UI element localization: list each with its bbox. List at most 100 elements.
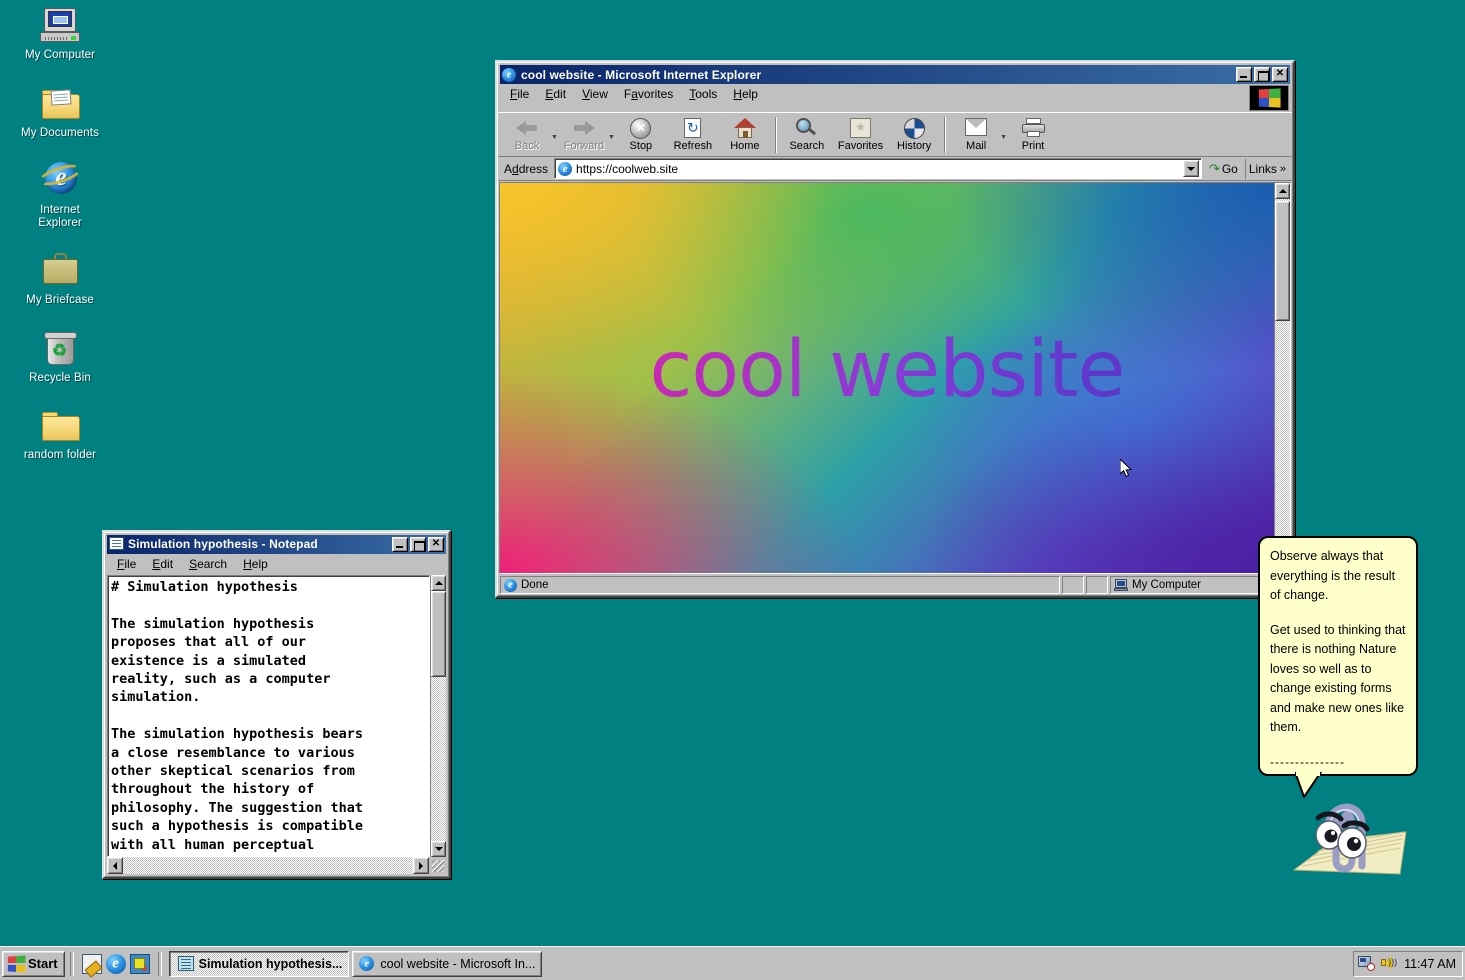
taskbar-item-label: cool website - Microsoft In... bbox=[380, 956, 536, 971]
task-scheduler-icon[interactable] bbox=[1358, 956, 1376, 971]
page-title: cool website bbox=[500, 325, 1274, 415]
scroll-up-button[interactable] bbox=[1275, 183, 1290, 199]
desktop-icon-random-folder[interactable]: random folder bbox=[14, 406, 106, 462]
refresh-button[interactable]: Refresh bbox=[667, 115, 719, 155]
address-input[interactable]: https://coolweb.site bbox=[554, 158, 1202, 179]
internet-explorer-quicklaunch-icon[interactable] bbox=[105, 953, 126, 974]
notepad-quicklaunch-icon[interactable] bbox=[81, 953, 102, 974]
forward-button[interactable]: Forward bbox=[558, 115, 610, 155]
scroll-right-button[interactable] bbox=[413, 857, 429, 874]
mail-button[interactable]: Mail bbox=[950, 115, 1002, 155]
quick-launch-bar bbox=[79, 953, 153, 974]
notepad-window[interactable]: Simulation hypothesis - Notepad ✕ File E… bbox=[102, 530, 451, 879]
menu-favorites[interactable]: Favorites bbox=[616, 85, 681, 103]
briefcase-icon bbox=[38, 251, 82, 291]
internet-explorer-icon bbox=[558, 161, 573, 176]
clippy-speech-balloon[interactable]: Observe always that everything is the re… bbox=[1258, 536, 1418, 776]
address-value[interactable]: https://coolweb.site bbox=[576, 162, 1183, 176]
desktop-icon-recycle-bin[interactable]: ♻ Recycle Bin bbox=[14, 329, 106, 385]
stop-button[interactable]: Stop bbox=[615, 115, 667, 155]
desktop-icon-internet-explorer[interactable]: Internet Explorer bbox=[14, 160, 106, 229]
links-button[interactable]: Links » bbox=[1244, 158, 1289, 179]
internet-explorer-icon bbox=[502, 67, 517, 82]
notepad-icon bbox=[109, 537, 124, 551]
forward-dropdown-arrow[interactable]: ▼ bbox=[608, 134, 615, 141]
menu-tools[interactable]: Tools bbox=[681, 85, 725, 103]
resize-grip[interactable] bbox=[429, 857, 446, 874]
windows-flag-icon bbox=[7, 954, 26, 973]
scroll-left-button[interactable] bbox=[107, 857, 123, 874]
internet-explorer-window[interactable]: cool website - Microsoft Internet Explor… bbox=[495, 60, 1295, 598]
home-icon bbox=[733, 117, 757, 140]
ie-viewport: cool website bbox=[499, 182, 1291, 574]
search-button[interactable]: Search bbox=[781, 115, 833, 155]
scrollbar-thumb[interactable] bbox=[431, 590, 446, 677]
ie-window-controls: ✕ bbox=[1236, 67, 1288, 82]
webpage-content[interactable]: cool website bbox=[500, 183, 1274, 573]
scrollbar-track[interactable] bbox=[123, 857, 413, 874]
scrollbar-track[interactable] bbox=[1275, 199, 1290, 573]
mail-dropdown-arrow[interactable]: ▼ bbox=[1000, 134, 1007, 141]
taskbar-item-internet-explorer[interactable]: cool website - Microsoft In... bbox=[352, 950, 543, 977]
favorites-button[interactable]: Favorites bbox=[833, 115, 888, 155]
menu-help[interactable]: Help bbox=[725, 85, 766, 103]
menu-file[interactable]: File bbox=[502, 85, 537, 103]
printer-icon bbox=[1021, 117, 1045, 140]
refresh-icon bbox=[681, 117, 705, 140]
scrollbar-thumb[interactable] bbox=[1275, 201, 1290, 321]
scroll-down-button[interactable] bbox=[431, 841, 446, 857]
go-button[interactable]: ↷ Go bbox=[1205, 161, 1242, 177]
taskbar-item-notepad[interactable]: Simulation hypothesis... bbox=[168, 950, 350, 977]
notepad-icon bbox=[177, 956, 194, 971]
menu-edit[interactable]: Edit bbox=[144, 555, 181, 573]
menu-search[interactable]: Search bbox=[181, 555, 235, 573]
page-vertical-scrollbar[interactable] bbox=[1274, 183, 1290, 573]
notepad-title-bar[interactable]: Simulation hypothesis - Notepad ✕ bbox=[107, 535, 446, 554]
scrollbar-track[interactable] bbox=[431, 590, 446, 841]
volume-icon[interactable]: ))) bbox=[1380, 956, 1397, 971]
close-button[interactable]: ✕ bbox=[1272, 67, 1288, 82]
security-zone-label: My Computer bbox=[1132, 579, 1202, 591]
desktop-icon-my-computer[interactable]: My Computer bbox=[14, 6, 106, 62]
chevron-down-icon bbox=[434, 847, 443, 851]
toolbar-separator bbox=[774, 116, 777, 153]
desktop-icon-my-documents[interactable]: My Documents bbox=[14, 84, 106, 140]
menu-help[interactable]: Help bbox=[235, 555, 276, 573]
menu-edit[interactable]: Edit bbox=[537, 85, 574, 103]
documents-folder-icon bbox=[38, 84, 82, 124]
close-button[interactable]: ✕ bbox=[428, 536, 444, 552]
desktop-icon-my-briefcase[interactable]: My Briefcase bbox=[14, 251, 106, 307]
address-label: Address bbox=[504, 161, 549, 176]
desktop-icon-label: Internet bbox=[40, 204, 80, 216]
maximize-button[interactable] bbox=[410, 536, 426, 552]
clippy-paragraph-2: Get used to thinking that there is nothi… bbox=[1270, 622, 1406, 735]
home-button[interactable]: Home bbox=[719, 115, 771, 155]
notepad-text-area[interactable]: # Simulation hypothesis The simulation h… bbox=[107, 574, 430, 857]
address-dropdown-button[interactable] bbox=[1182, 160, 1199, 177]
ie-menubar-row: File Edit View Favorites Tools Help bbox=[498, 84, 1292, 113]
maximize-button[interactable] bbox=[1254, 67, 1270, 82]
clock[interactable]: 11:47 AM bbox=[1402, 957, 1456, 971]
chevron-up-icon bbox=[1278, 189, 1287, 193]
back-button[interactable]: Back bbox=[501, 115, 553, 155]
show-desktop-icon[interactable] bbox=[129, 953, 150, 974]
notepad-vertical-scrollbar[interactable] bbox=[430, 574, 446, 857]
ie-title-bar[interactable]: cool website - Microsoft Internet Explor… bbox=[500, 65, 1290, 84]
menu-view[interactable]: View bbox=[574, 85, 616, 103]
minimize-button[interactable] bbox=[1236, 67, 1252, 82]
taskbar-divider-1 bbox=[69, 951, 74, 976]
system-tray: ))) 11:47 AM bbox=[1353, 950, 1463, 977]
go-arrow-icon: ↷ bbox=[1208, 160, 1220, 176]
back-dropdown-arrow[interactable]: ▼ bbox=[551, 134, 558, 141]
history-button[interactable]: History bbox=[888, 115, 940, 155]
print-button[interactable]: Print bbox=[1007, 115, 1059, 155]
menu-file[interactable]: File bbox=[109, 555, 144, 573]
minimize-button[interactable] bbox=[392, 536, 408, 552]
ie-toolbar: Back ▼ Forward ▼ Stop Refresh Home bbox=[498, 113, 1292, 157]
start-button[interactable]: Start bbox=[2, 950, 65, 977]
links-label: Links bbox=[1248, 161, 1277, 176]
scroll-up-button[interactable] bbox=[431, 574, 446, 591]
internet-explorer-icon bbox=[504, 578, 517, 592]
status-text-panel: Done bbox=[500, 576, 1060, 594]
notepad-horizontal-scrollbar[interactable] bbox=[107, 857, 429, 874]
